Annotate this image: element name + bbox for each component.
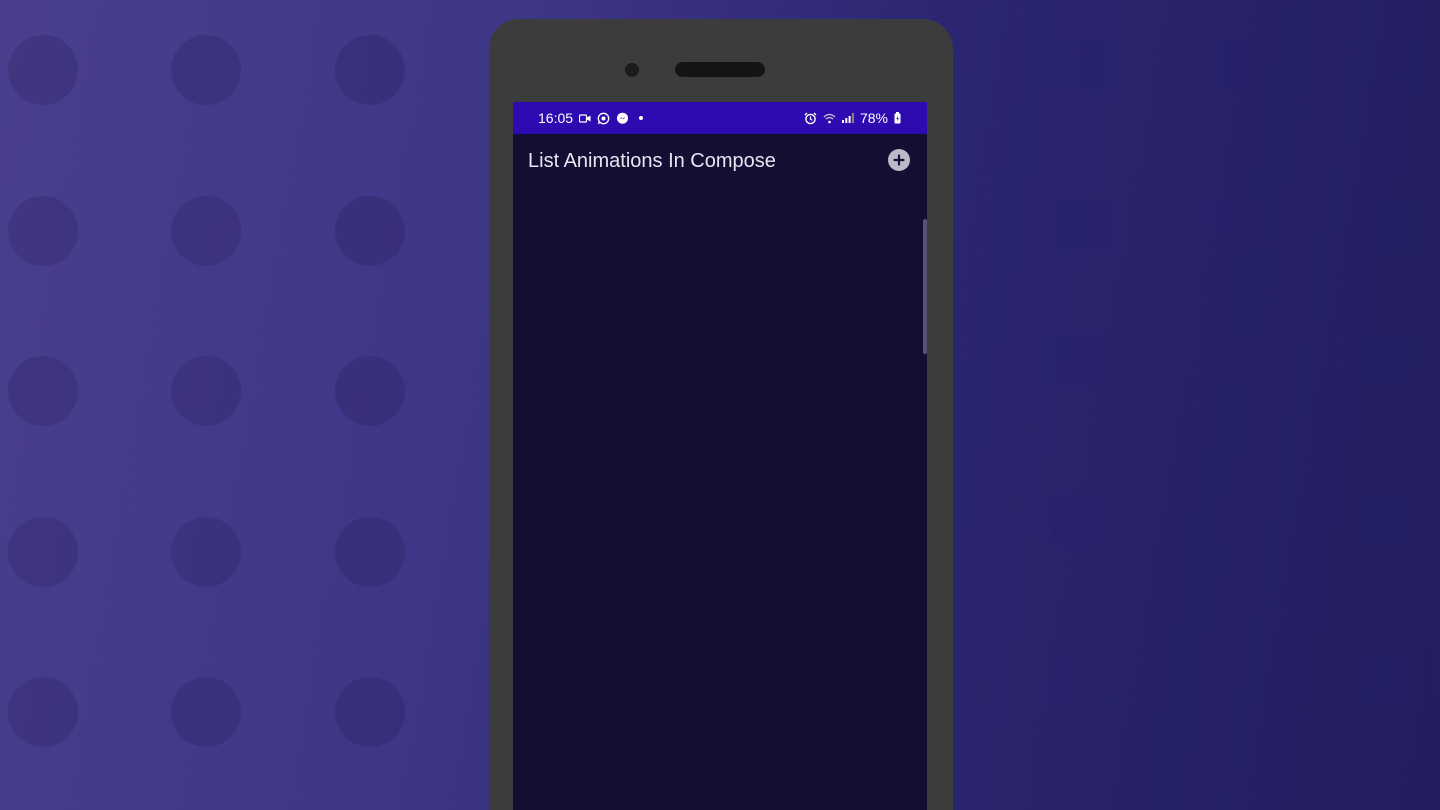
- status-bar-left: 16:05: [538, 110, 644, 126]
- wifi-icon: [823, 113, 836, 124]
- page-title: List Animations In Compose: [528, 149, 776, 172]
- signal-icon: [841, 113, 854, 123]
- app-bar: List Animations In Compose: [513, 134, 927, 192]
- notification-dot: [639, 116, 644, 120]
- phone-screen: 16:05 78% List Animations In Compose: [513, 102, 927, 810]
- front-camera: [625, 63, 639, 77]
- background-dot-pattern: [0, 0, 480, 810]
- messenger-icon: [616, 112, 629, 125]
- list-scrollbar[interactable]: [923, 219, 927, 354]
- whatsapp-icon: [597, 112, 610, 125]
- earpiece-speaker: [675, 62, 765, 77]
- add-circle-icon: [893, 154, 905, 166]
- battery-percentage: 78%: [859, 110, 888, 126]
- phone-frame: 16:05 78% List Animations In Compose: [489, 19, 953, 810]
- battery-icon: [894, 112, 901, 124]
- status-bar: 16:05 78%: [513, 102, 927, 134]
- status-time: 16:05: [538, 110, 574, 126]
- add-item-button[interactable]: [888, 149, 910, 171]
- background-square-pattern: [960, 0, 1440, 810]
- video-camera-icon: [579, 113, 591, 123]
- alarm-icon: [804, 112, 817, 125]
- status-bar-right: 78%: [804, 110, 901, 126]
